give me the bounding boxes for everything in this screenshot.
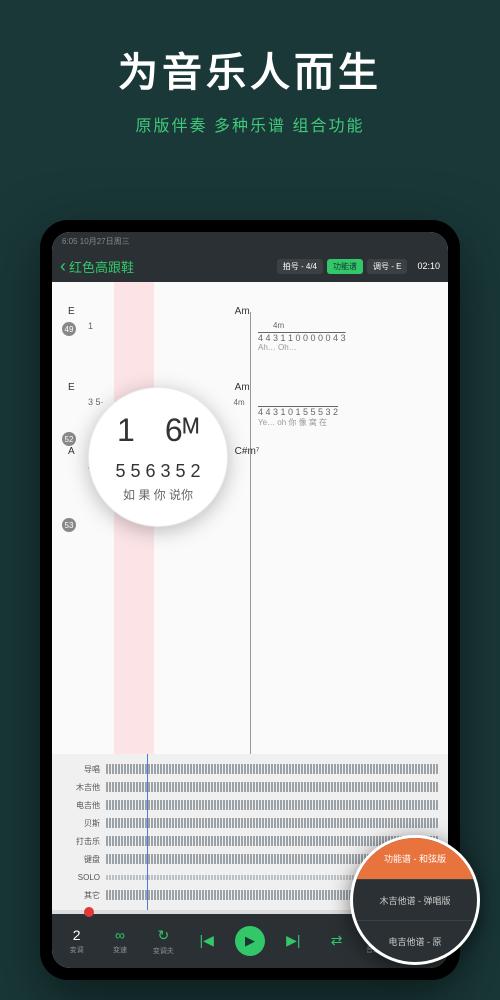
pill-group: 拍号 - 4/4 功能谱调号 - E	[277, 259, 408, 274]
lyrics: Ah… Oh…	[258, 343, 432, 352]
track-电吉他[interactable]: 电吉他	[62, 796, 438, 814]
magnifier: 16ᴹ 5 5 6 3 5 2 如 果 你 说你	[88, 387, 228, 527]
ctrl-value: 2	[73, 927, 81, 943]
ctrl-icon: ↻	[157, 927, 169, 944]
pill-拍号 - 4/4[interactable]: 拍号 - 4/4	[277, 259, 323, 274]
ctrl-icon: |◀	[199, 932, 213, 949]
ctrl-变速[interactable]: ∞ 变速	[99, 927, 140, 955]
track-label: 其它	[62, 890, 100, 901]
hero-subtitle: 原版伴奏 多种乐谱 组合功能	[0, 112, 500, 136]
tablet-frame: 6:05 10月27日周三 红色高跟鞋 拍号 - 4/4 功能谱调号 - E 02…	[40, 220, 460, 980]
notes-right: 4 4 3 1 0 1 5 5 5 3 2	[258, 407, 432, 417]
waveform	[106, 818, 438, 828]
track-导唱[interactable]: 导唱	[62, 760, 438, 778]
ctrl-|◀[interactable]: |◀	[186, 932, 227, 951]
track-label: 电吉他	[62, 800, 100, 811]
track-label: SOLO	[62, 873, 100, 882]
ctrl-▶[interactable]: ▶	[229, 926, 270, 956]
track-label: 贝斯	[62, 818, 100, 829]
status-bar: 6:05 10月27日周三	[52, 232, 448, 250]
progress-handle[interactable]	[84, 907, 94, 917]
track-label: 导唱	[62, 764, 100, 775]
bar-num: 52	[62, 432, 76, 446]
ctrl-变调夫[interactable]: ↻ 变调夫	[143, 927, 184, 956]
ctrl-label: 变调	[70, 945, 84, 955]
bar-num: 49	[62, 322, 76, 336]
ctrl-icon: ▶|	[286, 932, 300, 949]
ctrl-icon: ⇄	[331, 932, 343, 949]
playhead[interactable]	[147, 754, 148, 910]
hero-title: 为音乐人而生	[0, 40, 500, 98]
ctrl-icon: ∞	[115, 927, 125, 943]
song-time: 02:10	[417, 261, 440, 271]
ctrl-▶|[interactable]: ▶|	[273, 932, 314, 951]
play-icon: ▶	[235, 926, 265, 956]
track-label: 打击乐	[62, 836, 100, 847]
waveform	[106, 782, 438, 792]
ctrl-label: 变调夫	[153, 946, 174, 956]
track-贝斯[interactable]: 贝斯	[62, 814, 438, 832]
track-label: 键盘	[62, 854, 100, 865]
top-bar: 红色高跟鞋 拍号 - 4/4 功能谱调号 - E 02:10	[52, 250, 448, 282]
track-label: 木吉他	[62, 782, 100, 793]
notes-right: 4 4 3 1 1 0 0 0 0 0 4 3	[258, 333, 432, 343]
mag-top: 16ᴹ	[117, 412, 199, 449]
mag-lyrics: 如 果 你 说你	[123, 486, 193, 503]
pill-功能谱[interactable]: 功能谱	[327, 259, 363, 274]
popup-item[interactable]: 木吉他谱 - 弹唱版	[353, 880, 477, 922]
pill-调号 - E[interactable]: 调号 - E	[367, 259, 407, 274]
ctrl-变调[interactable]: 2 变调	[56, 927, 97, 955]
lyrics: Ye… oh 你 像 窝 在	[258, 417, 432, 428]
ctrl-label: 变速	[113, 945, 127, 955]
ctrl-⇄[interactable]: ⇄	[316, 932, 357, 951]
bar-num: 53	[62, 518, 76, 532]
back-button[interactable]: 红色高跟鞋	[60, 256, 134, 277]
waveform	[106, 800, 438, 810]
track-木吉他[interactable]: 木吉他	[62, 778, 438, 796]
waveform	[106, 764, 438, 774]
sheet-area[interactable]: EAm4914m4 4 3 1 1 0 0 0 0 0 4 3Ah… Oh…EA…	[52, 282, 448, 754]
mag-notes: 5 5 6 3 5 2	[115, 461, 200, 482]
score-popup: 功能谱 - 和弦版木吉他谱 - 弹唱版电吉他谱 - 原	[350, 835, 480, 965]
